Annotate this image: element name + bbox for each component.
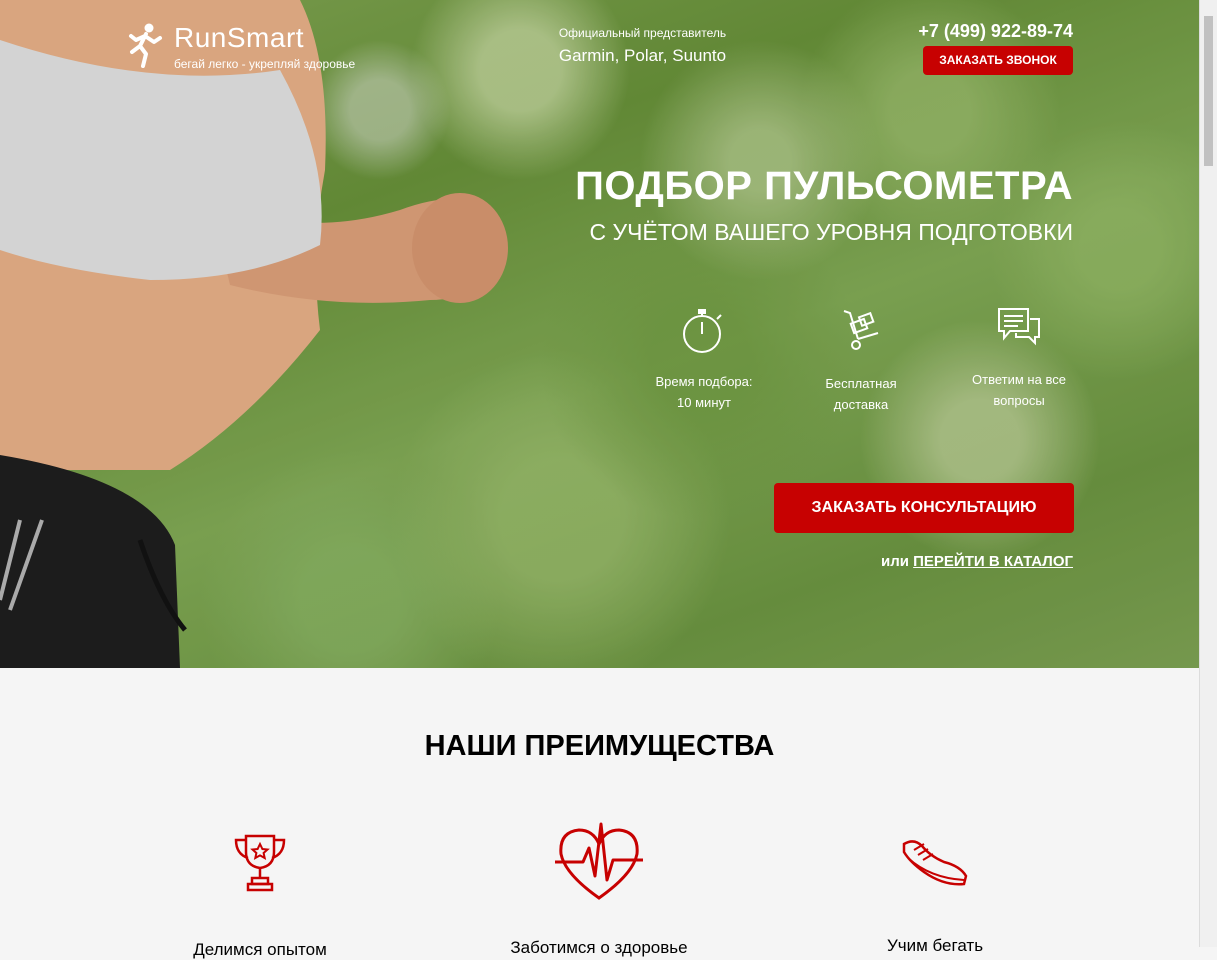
runner-logo-icon [129,23,162,68]
catalog-prefix: или [880,553,909,570]
stopwatch-icon [683,309,722,353]
advantage-running-label: Учим бегать [886,936,984,955]
advantage-health: Заботимся о здоровье [469,822,729,958]
logo-title: RunSmart [174,22,305,53]
feature-selection-time-line1: Время подбора: [655,374,753,389]
logo-slogan: бегай легко - укрепляй здоровье [174,57,356,71]
feature-free-delivery-line1: Бесплатная [825,376,897,391]
catalog-line: или ПЕРЕЙТИ В КАТАЛОГ [881,553,1073,570]
dealer-subtitle: Официальный представитель [558,26,727,40]
delivery-cart-icon [843,310,879,350]
feature-free-delivery: Бесплатная доставка [791,307,931,415]
scrollbar-thumb[interactable] [1204,16,1213,166]
sneaker-icon [902,840,968,886]
hero-subtitle: С УЧЁТОМ ВАШЕГО УРОВНЯ ПОДГОТОВКИ [589,219,1073,245]
hero-title: ПОДБОР ПУЛЬСОМЕТРА [575,164,1073,208]
heart-pulse-icon [555,822,643,900]
phone-number[interactable]: +7 (499) 922-89-74 [918,21,1073,42]
runner-photo [0,0,508,668]
feature-answers-line2: вопросы [993,393,1045,408]
feature-free-delivery-line2: доставка [833,397,889,412]
feature-answers: Ответим на все вопросы [949,307,1089,411]
vertical-scrollbar[interactable] [1199,0,1217,947]
dealer-brands: Garmin, Polar, Suunto [558,46,727,65]
official-dealer: Официальный представитель Garmin, Polar,… [540,26,745,66]
feature-selection-time: Время подбора: 10 минут [634,307,774,413]
advantage-health-label: Заботимся о здоровье [510,938,688,957]
logo[interactable]: RunSmart бегай легко - укрепляй здоровье [124,22,355,71]
feature-selection-time-line2: 10 минут [677,395,731,410]
advantage-experience: Делимся опытом [130,832,390,960]
order-consultation-button[interactable]: ЗАКАЗАТЬ КОНСУЛЬТАЦИЮ [774,483,1074,533]
advantages-title: НАШИ ПРЕИМУЩЕСТВА [424,730,775,762]
chat-bubbles-icon [998,308,1040,346]
feature-answers-line1: Ответим на все [972,372,1066,387]
catalog-link[interactable]: ПЕРЕЙТИ В КАТАЛОГ [913,553,1073,570]
order-callback-button[interactable]: ЗАКАЗАТЬ ЗВОНОК [923,46,1073,75]
advantage-experience-label: Делимся опытом [193,940,327,959]
trophy-icon [234,834,286,892]
advantage-running: Учим бегать [805,834,1065,956]
